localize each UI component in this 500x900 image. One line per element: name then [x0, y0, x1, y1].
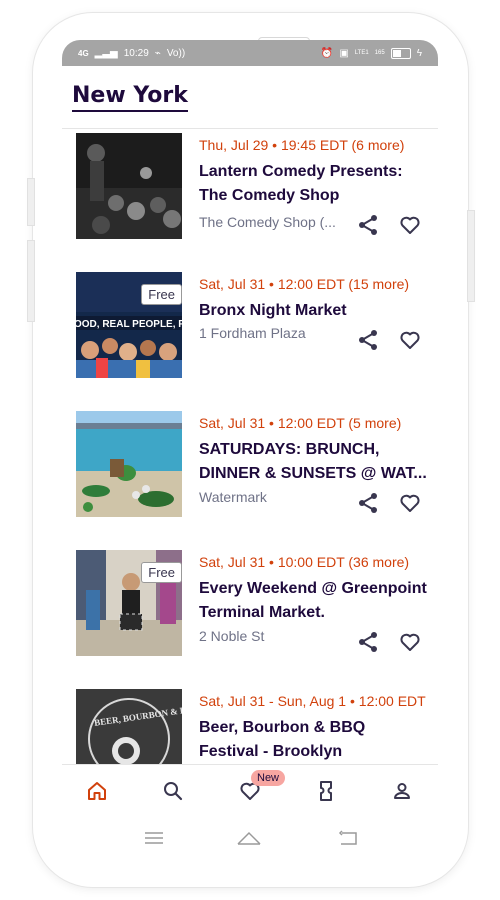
heart-icon[interactable] [398, 328, 422, 352]
event-date: Sat, Jul 31 • 12:00 EDT (15 more) [199, 276, 410, 292]
new-badge: New [251, 770, 286, 786]
event-card[interactable]: OOD, REAL PEOPLE, R Free Sat, Jul 31 • 1… [62, 272, 438, 392]
menu-icon[interactable] [144, 830, 164, 851]
event-image-comedy[interactable] [76, 133, 182, 239]
event-title[interactable]: Beer, Bourbon & BBQ Festival - Brooklyn [199, 716, 429, 764]
event-card[interactable]: Thu, Jul 29 • 19:45 EDT (6 more) Lantern… [62, 133, 438, 253]
event-image-night-market[interactable]: OOD, REAL PEOPLE, R Free [76, 272, 182, 378]
app-header: New York [62, 66, 438, 128]
share-icon[interactable] [356, 328, 380, 352]
volume-up-button [27, 178, 35, 226]
event-title[interactable]: SATURDAYS: BRUNCH, DINNER & SUNSETS @ WA… [199, 438, 429, 486]
event-image-bbq-festival[interactable]: BEER, BOURBON & BBQ [76, 689, 182, 765]
bottom-tab-bar: New [62, 764, 438, 817]
share-icon[interactable] [356, 491, 380, 515]
search-icon[interactable] [161, 779, 185, 803]
share-icon[interactable] [356, 213, 380, 237]
home-icon[interactable] [85, 779, 109, 803]
vibrate-icon: ▣ [339, 47, 349, 59]
event-venue: Watermark [199, 489, 267, 505]
volte-icon: Vo)) [166, 47, 186, 59]
event-card[interactable]: BEER, BOURBON & BBQ Sat, Jul 31 - Sun, A… [62, 689, 438, 765]
power-button [467, 210, 475, 302]
event-date: Sat, Jul 31 • 12:00 EDT (5 more) [199, 415, 402, 431]
event-card[interactable]: Sat, Jul 31 • 12:00 EDT (5 more) SATURDA… [62, 411, 438, 531]
usb-icon: ⌁ [154, 47, 161, 59]
back-icon[interactable] [338, 830, 358, 851]
status-bar: 4G ▂▃▅ 10:29 ⌁ Vo)) ⏰ ▣ LTE1 165 ϟ [62, 40, 438, 66]
event-list[interactable]: Thu, Jul 29 • 19:45 EDT (6 more) Lantern… [62, 128, 438, 765]
event-image-watermark[interactable] [76, 411, 182, 517]
event-date: Sat, Jul 31 • 10:00 EDT (36 more) [199, 554, 410, 570]
heart-icon[interactable] [398, 491, 422, 515]
clock: 10:29 [123, 47, 149, 59]
event-title[interactable]: Every Weekend @ Greenpoint Terminal Mark… [199, 577, 429, 625]
speed-indicator: 165 [374, 50, 385, 56]
share-icon[interactable] [356, 630, 380, 654]
profile-icon[interactable] [390, 779, 414, 803]
lte-indicator: LTE1 [354, 50, 369, 56]
banner-text: OOD, REAL PEOPLE, R [76, 319, 182, 330]
battery-icon [390, 47, 411, 59]
alarm-icon: ⏰ [320, 47, 334, 59]
free-badge: Free [141, 562, 182, 583]
city-selector[interactable]: New York [72, 84, 188, 112]
event-venue: The Comedy Shop (... [199, 214, 336, 230]
heart-icon[interactable] [398, 630, 422, 654]
system-nav-bar [62, 816, 438, 866]
signal-bars-icon: ▂▃▅ [94, 47, 118, 59]
event-title[interactable]: Lantern Comedy Presents: The Comedy Shop [199, 160, 429, 208]
event-image-greenpoint-market[interactable]: Free [76, 550, 182, 656]
signal-indicator: 4G [78, 48, 89, 58]
charging-icon: ϟ [416, 47, 422, 59]
event-venue: 2 Noble St [199, 628, 265, 644]
event-venue: 1 Fordham Plaza [199, 325, 306, 341]
event-date: Sat, Jul 31 - Sun, Aug 1 • 12:00 EDT [199, 693, 426, 709]
heart-icon[interactable] [398, 213, 422, 237]
home-nav-icon[interactable] [236, 830, 262, 851]
free-badge: Free [141, 284, 182, 305]
volume-down-button [27, 240, 35, 322]
tickets-icon[interactable] [314, 779, 338, 803]
event-card[interactable]: Free Sat, Jul 31 • 10:00 EDT (36 more) E… [62, 550, 438, 670]
event-date: Thu, Jul 29 • 19:45 EDT (6 more) [199, 137, 405, 153]
event-title[interactable]: Bronx Night Market [199, 299, 429, 323]
